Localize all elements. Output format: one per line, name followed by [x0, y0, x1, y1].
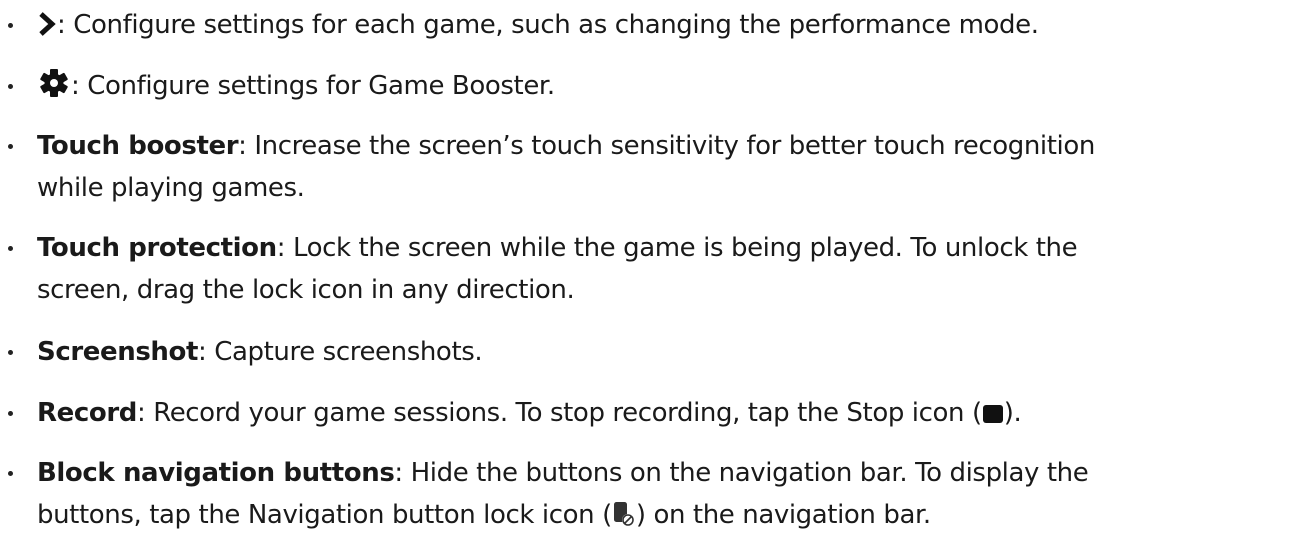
item-text: : Lock the screen while the game is bein…: [276, 233, 1078, 263]
item-text: : Capture screenshots.: [198, 337, 483, 367]
item-text-end: ).: [1003, 398, 1022, 428]
chevron-right-icon: [37, 7, 57, 51]
bullet: [8, 84, 13, 89]
item-term: Touch booster: [37, 131, 239, 161]
item-text-continued: screen, drag the lock icon in any direct…: [37, 275, 575, 305]
item-text: : Increase the screen’s touch sensitivit…: [238, 131, 1095, 161]
item-term: Screenshot: [37, 337, 199, 367]
item-text: : Configure settings for each game, such…: [57, 10, 1039, 40]
item-text: : Record your game sessions. To stop rec…: [136, 398, 982, 428]
item-text: : Configure settings for Game Booster.: [71, 71, 555, 101]
stop-icon: [982, 398, 1004, 428]
item-text: : Hide the buttons on the navigation bar…: [394, 458, 1089, 488]
bullet: [8, 246, 13, 251]
bullet: [8, 350, 13, 355]
bullet: [8, 471, 13, 476]
settings-description-list: : Configure settings for each game, such…: [0, 0, 1293, 547]
item-text-continued: buttons, tap the Navigation button lock …: [37, 500, 612, 530]
bullet: [8, 23, 13, 28]
item-text-end: ) on the navigation bar.: [635, 500, 931, 530]
item-term: Record: [37, 398, 137, 428]
bullet: [8, 144, 13, 149]
bullet: [8, 411, 13, 416]
item-text-continued: while playing games.: [37, 173, 305, 203]
navigation-button-lock-icon: [612, 500, 636, 530]
item-term: Touch protection: [37, 233, 277, 263]
item-term: Block navigation buttons: [37, 458, 395, 488]
gear-icon: [37, 68, 71, 112]
